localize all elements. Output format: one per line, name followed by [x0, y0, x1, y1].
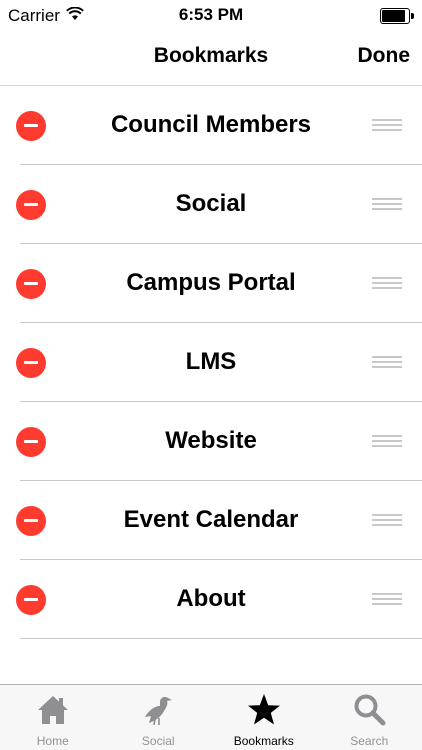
bookmark-label: Council Members	[110, 111, 312, 138]
reorder-handle-icon[interactable]	[372, 435, 402, 447]
bookmark-row[interactable]: Campus Portal	[0, 244, 422, 323]
bookmark-row[interactable]: LMS	[0, 323, 422, 402]
bookmark-list: Council Members Social Campus Portal LMS…	[0, 86, 422, 639]
bookmark-row[interactable]: Event Calendar	[0, 481, 422, 560]
bookmark-row[interactable]: Social	[0, 165, 422, 244]
tab-label: Social	[141, 734, 175, 748]
home-icon	[37, 696, 68, 724]
reorder-handle-icon[interactable]	[372, 277, 402, 289]
battery-icon	[380, 8, 414, 24]
bookmark-row[interactable]: Website	[0, 402, 422, 481]
bookmark-label: Website	[165, 427, 257, 454]
status-time: 6:53 PM	[178, 5, 244, 24]
bookmark-label: Event Calendar	[123, 506, 299, 533]
bookmark-label: Campus Portal	[126, 269, 296, 296]
tab-bar: Home Social Bookmarks Search	[0, 684, 422, 750]
bookmark-label: LMS	[185, 348, 237, 375]
bookmark-row[interactable]: Council Members	[0, 86, 422, 165]
star-icon	[247, 694, 280, 725]
tab-social[interactable]: Social	[106, 685, 212, 750]
reorder-handle-icon[interactable]	[372, 356, 402, 368]
reorder-handle-icon[interactable]	[372, 514, 402, 526]
bookmark-label: Social	[175, 190, 247, 217]
tab-search[interactable]: Search	[317, 685, 422, 750]
done-button[interactable]: Done	[358, 44, 411, 68]
bird-icon	[145, 697, 173, 726]
tab-home[interactable]: Home	[0, 685, 106, 750]
bookmark-label: About	[176, 585, 246, 612]
bookmark-row[interactable]: About	[0, 560, 422, 639]
reorder-handle-icon[interactable]	[372, 119, 402, 131]
reorder-handle-icon[interactable]	[372, 198, 402, 210]
tab-label: Bookmarks	[233, 734, 294, 748]
search-icon	[354, 694, 386, 726]
tab-label: Search	[350, 734, 389, 748]
navigation-bar: Bookmarks Done	[0, 30, 422, 86]
row-divider	[20, 638, 422, 639]
tab-bookmarks[interactable]: Bookmarks	[211, 685, 317, 750]
tab-label: Home	[36, 734, 69, 748]
status-bar: Carrier 6:53 PM	[0, 0, 422, 30]
reorder-handle-icon[interactable]	[372, 593, 402, 605]
